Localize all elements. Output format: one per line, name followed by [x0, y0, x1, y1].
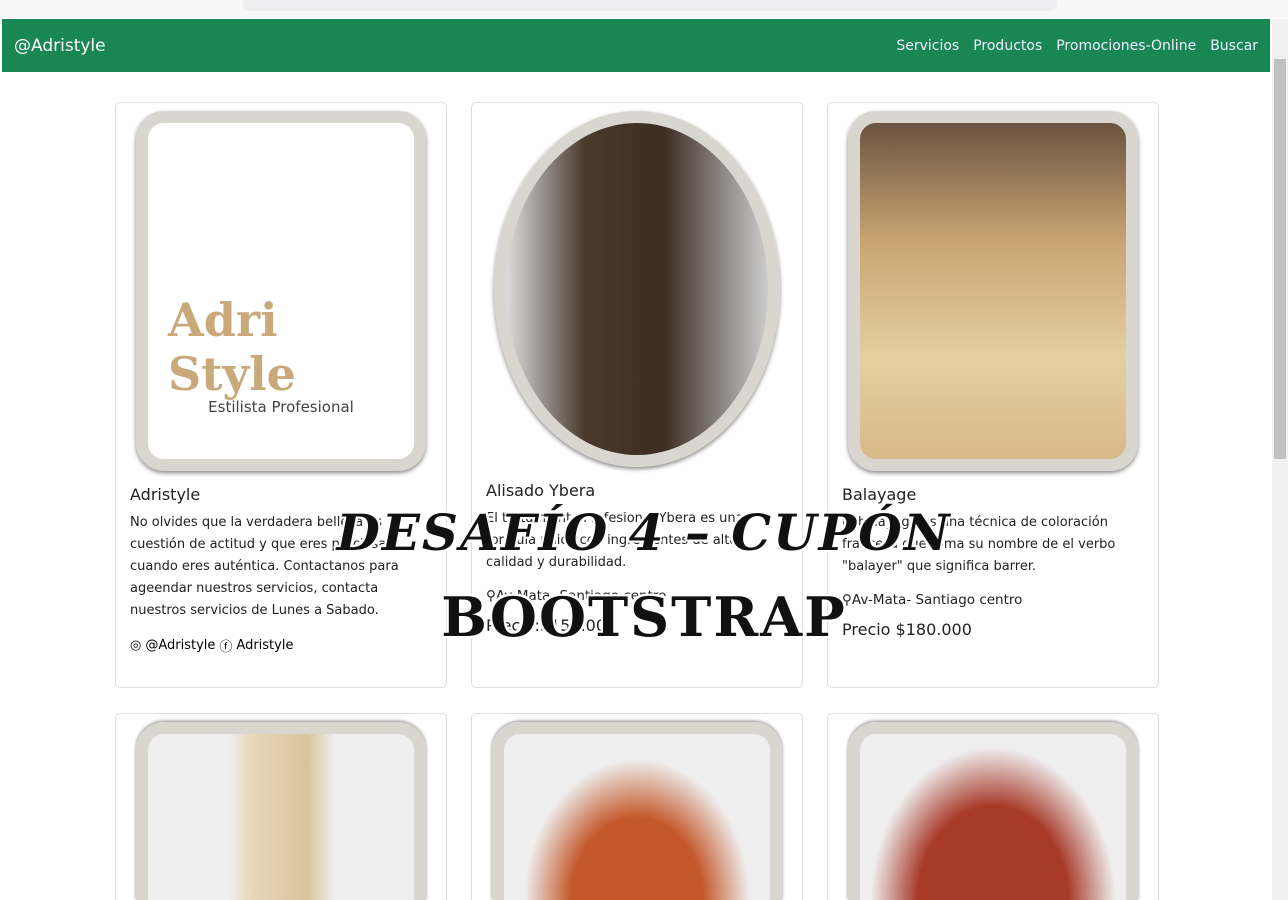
straight-hair-image	[494, 111, 780, 467]
logo-subtitle: Estilista Profesional	[208, 398, 354, 416]
logo-text: Adri Style	[168, 293, 296, 401]
browser-bar	[0, 0, 1288, 18]
address-bar[interactable]	[243, 0, 1057, 11]
nav-servicios[interactable]: Servicios	[896, 38, 959, 54]
card-title: Adristyle	[130, 485, 201, 504]
logo-image: Adri Style Estilista Profesional	[136, 111, 426, 471]
nav-promociones[interactable]: Promociones-Online	[1056, 38, 1196, 54]
overlay-title-line2: BOOTSTRAP	[441, 585, 847, 649]
copper-hair-image	[492, 722, 782, 900]
red-hair-image	[848, 722, 1138, 900]
scrollbar-thumb[interactable]	[1274, 59, 1286, 459]
card-red	[827, 713, 1159, 900]
card-copper	[471, 713, 803, 900]
overlay-title-line1: DESAFÍO 4 – CUPÓN	[336, 503, 952, 562]
scrollbar[interactable]	[1272, 19, 1288, 900]
brand-link[interactable]: @Adristyle	[14, 36, 106, 56]
blonde-hair-image	[136, 722, 426, 900]
navbar: @Adristyle Servicios Productos Promocion…	[2, 19, 1270, 72]
nav-buscar[interactable]: Buscar	[1210, 38, 1258, 54]
balayage-hair-image	[848, 111, 1138, 471]
card-title: Balayage	[842, 485, 917, 504]
card-title: Alisado Ybera	[486, 481, 596, 500]
nav-productos[interactable]: Productos	[973, 38, 1042, 54]
card-blonde	[115, 713, 447, 900]
